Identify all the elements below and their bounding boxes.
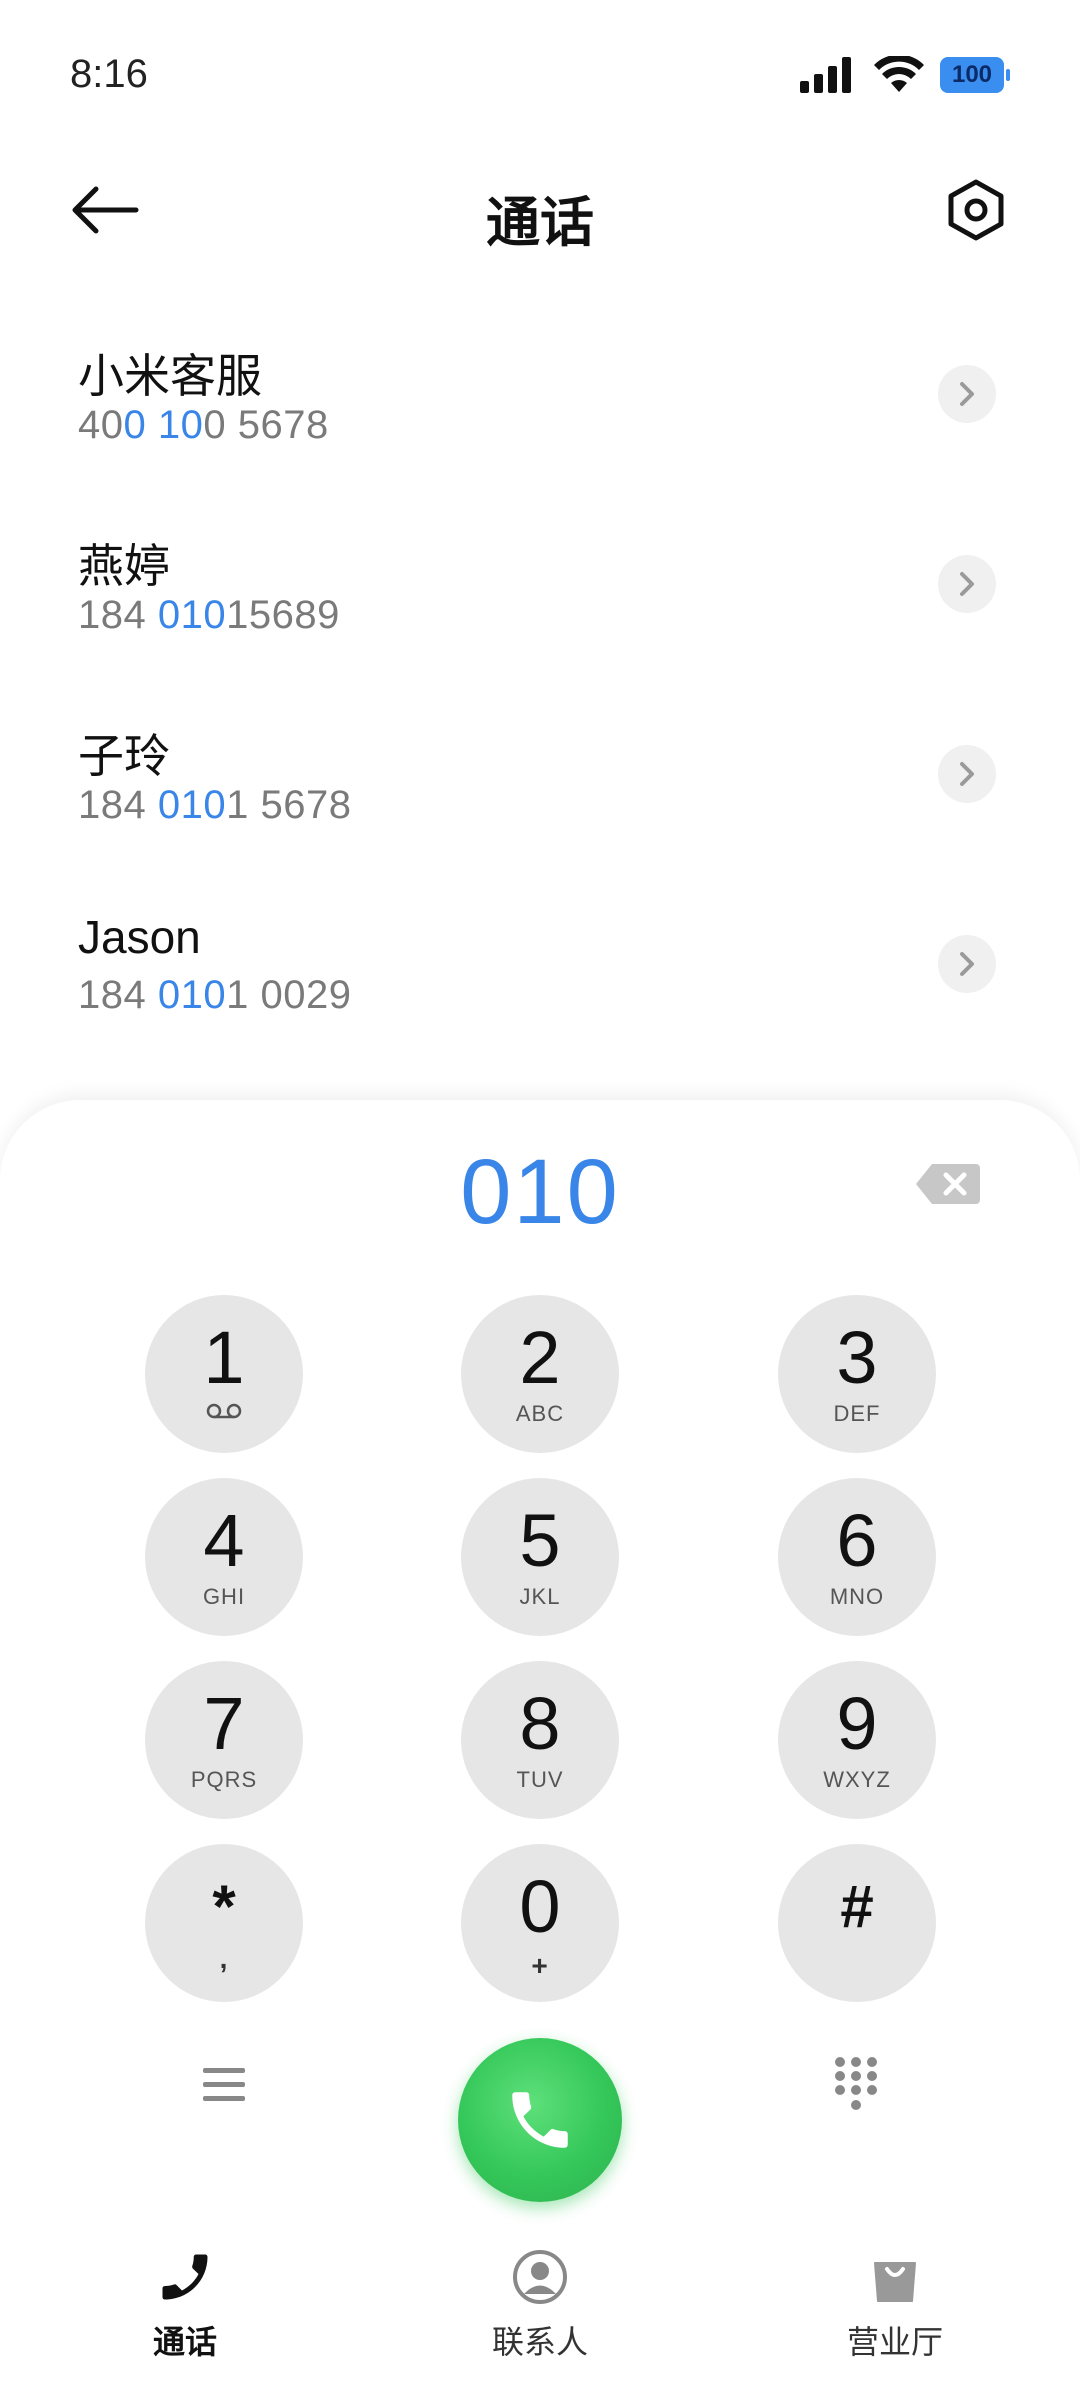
nav-item-1[interactable]: 联系人: [440, 2245, 640, 2363]
chevron-right-icon: [960, 572, 974, 596]
header: 通话: [0, 150, 1080, 280]
contact-item[interactable]: 小米客服 400 100 5678: [0, 305, 1080, 495]
bottom-nav: 通话 联系人 营业厅: [0, 2225, 1080, 2402]
contact-detail-button[interactable]: [938, 935, 996, 993]
dial-key-3[interactable]: 3 DEF: [778, 1295, 936, 1453]
nav-item-0[interactable]: 通话: [85, 2245, 285, 2363]
contact-suggestion-list: 小米客服 400 100 5678 燕婷 184 01015689 子玲 184 0101…: [0, 305, 1080, 1065]
dial-key-star[interactable]: *,: [145, 1844, 303, 2002]
key-letters: GHI: [202, 1584, 246, 1609]
dial-key-8[interactable]: 8 TUV: [461, 1661, 619, 1819]
phone-icon: [153, 2245, 217, 2309]
dial-key-1[interactable]: 1: [145, 1295, 303, 1453]
key-digit: 0: [519, 1865, 561, 1948]
contact-item[interactable]: Jason 184 0101 0029: [0, 875, 1080, 1065]
key-letters: TUV: [516, 1767, 564, 1792]
status-time: 8:16: [70, 52, 148, 96]
dial-key-9[interactable]: 9 WXYZ: [778, 1661, 936, 1819]
key-letters: ,: [219, 1943, 229, 1974]
menu-button[interactable]: [197, 2058, 251, 2112]
key-digit: 7: [203, 1682, 245, 1765]
key-digit: 5: [519, 1499, 561, 1582]
key-letters: WXYZ: [823, 1767, 891, 1792]
status-bar: 8:16 100: [0, 0, 1080, 150]
status-icons: 100: [800, 52, 1010, 98]
shopping-bag-icon: [863, 2245, 927, 2309]
dial-key-6[interactable]: 6 MNO: [778, 1478, 936, 1636]
dial-key-7[interactable]: 7 PQRS: [145, 1661, 303, 1819]
nav-item-2[interactable]: 营业厅: [795, 2245, 995, 2363]
call-button[interactable]: [458, 2038, 622, 2202]
signal-icon: [800, 57, 851, 93]
key-letters: JKL: [519, 1584, 561, 1609]
menu-icon: [203, 2068, 245, 2101]
key-digit: 1: [203, 1316, 245, 1399]
contact-icon: [508, 2245, 572, 2309]
battery-indicator: 100: [940, 57, 1010, 93]
contact-name: 燕婷: [78, 540, 170, 592]
contact-name: Jason: [78, 911, 201, 963]
key-letters: +: [531, 1950, 549, 1981]
dial-key-2[interactable]: 2 ABC: [461, 1295, 619, 1453]
contact-detail-button[interactable]: [938, 365, 996, 423]
dial-key-0[interactable]: 0 +: [461, 1844, 619, 2002]
key-digit: 4: [203, 1499, 245, 1582]
backspace-button[interactable]: [914, 1160, 982, 1208]
chevron-right-icon: [960, 382, 974, 406]
wifi-icon: [874, 56, 924, 92]
key-letters: MNO: [829, 1584, 885, 1609]
contact-number: 184 0101 0029: [78, 973, 352, 1017]
key-digit: 2: [519, 1316, 561, 1399]
contact-item[interactable]: 子玲 184 0101 5678: [0, 685, 1080, 875]
phone-icon: [512, 2092, 568, 2148]
keypad-toggle-button[interactable]: [829, 2052, 883, 2116]
contact-name: 子玲: [78, 730, 170, 782]
nav-label: 联系人: [491, 2324, 588, 2360]
contact-detail-button[interactable]: [938, 555, 996, 613]
contact-name: 小米客服: [78, 350, 262, 402]
key-letters: ABC: [515, 1401, 565, 1426]
key-digit: #: [840, 1873, 874, 1940]
dialer-panel: 010 1 2 ABC 3 DEF 4 GHI 5 JKL 6 MNO 7 PQRS 8 TUV 9 WXYZ *…: [0, 1100, 1080, 2225]
key-digit: *: [212, 1873, 236, 1940]
contact-number: 184 0101 5678: [78, 783, 352, 827]
dial-key-5[interactable]: 5 JKL: [461, 1478, 619, 1636]
voicemail-icon: [205, 1401, 243, 1427]
key-digit: 8: [519, 1682, 561, 1765]
contact-number: 184 01015689: [78, 593, 340, 637]
nav-label: 营业厅: [846, 2324, 943, 2360]
key-digit: 3: [836, 1316, 878, 1399]
chevron-right-icon: [960, 952, 974, 976]
contact-detail-button[interactable]: [938, 745, 996, 803]
key-letters: DEF: [833, 1401, 881, 1426]
dialpad-icon: [835, 2057, 877, 2110]
contact-number: 400 100 5678: [78, 403, 329, 447]
settings-button[interactable]: [942, 176, 1010, 244]
contact-item[interactable]: 燕婷 184 01015689: [0, 495, 1080, 685]
nav-label: 通话: [152, 2324, 217, 2360]
key-digit: 6: [836, 1499, 878, 1582]
dial-key-hash[interactable]: #: [778, 1844, 936, 2002]
backspace-icon: [916, 1164, 980, 1204]
gear-icon: [948, 179, 1004, 241]
page-title: 通话: [486, 193, 594, 253]
key-letters: PQRS: [190, 1767, 258, 1792]
dial-key-4[interactable]: 4 GHI: [145, 1478, 303, 1636]
chevron-right-icon: [960, 762, 974, 786]
key-digit: 9: [836, 1682, 878, 1765]
